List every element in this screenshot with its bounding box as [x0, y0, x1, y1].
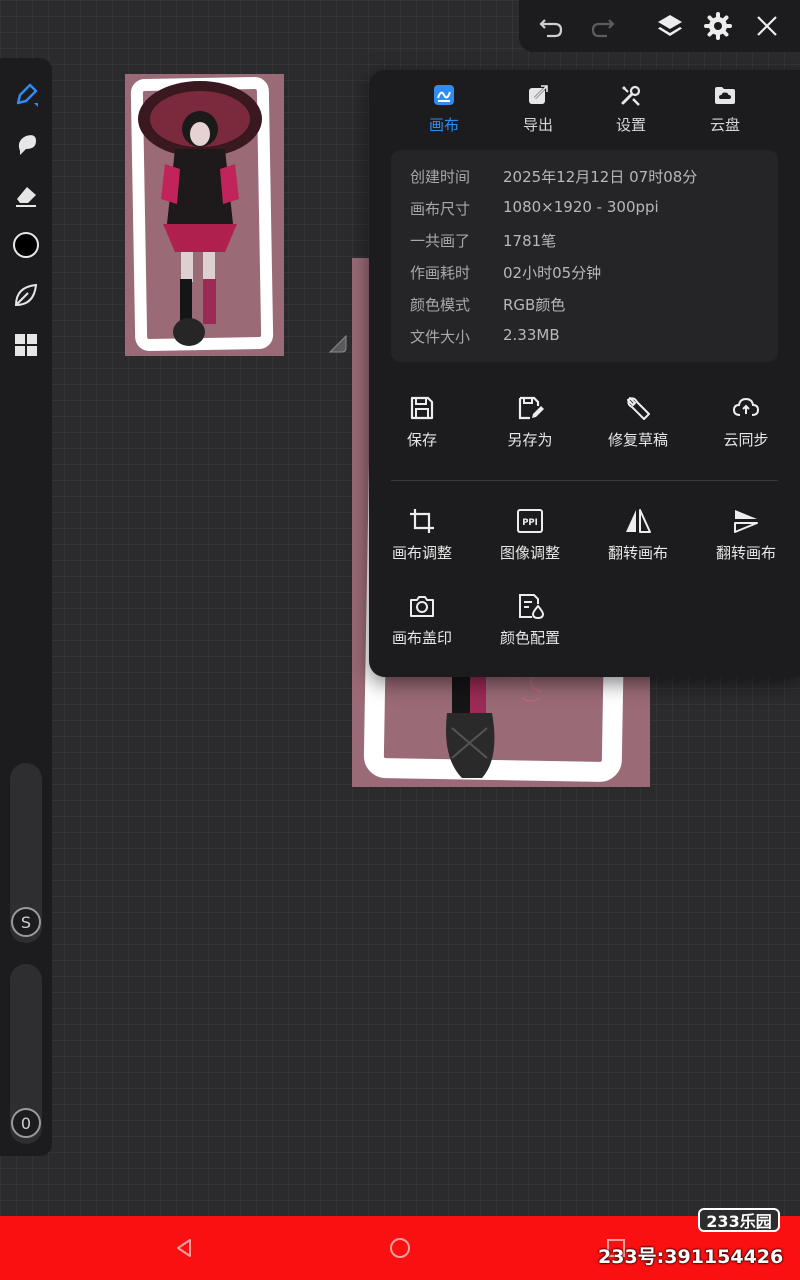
repair-draft-label: 修复草稿	[607, 431, 668, 449]
tool-rail: S 0	[0, 58, 52, 1156]
ppi-badge: PPI	[522, 518, 538, 528]
flip-canvas-vertical-label: 翻转画布	[715, 544, 776, 562]
watermark-logo: 233乐园	[698, 1208, 780, 1232]
info-value: 1781笔	[503, 232, 557, 250]
tab-canvas-label: 画布	[428, 116, 459, 134]
undo-icon[interactable]	[536, 11, 566, 41]
info-key: 一共画了	[410, 232, 471, 250]
tab-settings-label: 设置	[615, 116, 646, 134]
ppi-icon: PPI	[515, 506, 545, 536]
crop-icon	[407, 506, 437, 536]
color-swatch[interactable]	[11, 230, 41, 260]
grid-icon[interactable]	[11, 330, 41, 360]
tab-export[interactable]: 导出	[498, 82, 578, 142]
flip-horizontal-icon	[623, 506, 653, 536]
info-value: RGB颜色	[503, 296, 566, 314]
tab-cloud-drive[interactable]: 云盘	[685, 82, 765, 142]
redo-icon[interactable]	[588, 11, 618, 41]
opacity-slider-label: 0	[11, 1108, 41, 1138]
save-button[interactable]: 保存	[368, 393, 476, 465]
save-label: 保存	[406, 431, 437, 449]
image-adjust-label: 图像调整	[499, 544, 560, 562]
camera-icon	[407, 591, 437, 621]
top-toolbar	[519, 0, 800, 52]
info-value: 1080×1920 - 300ppi	[503, 198, 659, 216]
tab-settings[interactable]: 设置	[591, 82, 671, 142]
info-key: 作画耗时	[410, 264, 471, 282]
eraser-icon[interactable]	[11, 180, 41, 210]
color-profile-icon	[515, 591, 545, 621]
save-as-label: 另存为	[507, 431, 553, 449]
tab-cloud-drive-label: 云盘	[709, 116, 740, 134]
actions-divider	[391, 480, 778, 481]
cloud-sync-icon	[731, 393, 761, 423]
flip-canvas-horizontal-button[interactable]: 翻转画布	[584, 506, 692, 578]
canvas-icon	[431, 82, 457, 108]
close-icon[interactable]	[752, 11, 782, 41]
watermark-id: 233号:391154426	[598, 1246, 784, 1268]
save-as-button[interactable]: 另存为	[476, 393, 584, 465]
transform-handle-icon[interactable]	[326, 332, 350, 356]
info-value: 2025年12月12日 07时08分	[503, 168, 698, 186]
info-value: 02小时05分钟	[503, 264, 602, 282]
leaf-icon[interactable]	[11, 280, 41, 310]
flip-canvas-vertical-button[interactable]: 翻转画布	[692, 506, 800, 578]
flip-canvas-horizontal-label: 翻转画布	[607, 544, 668, 562]
image-adjust-button[interactable]: PPI 图像调整	[476, 506, 584, 578]
export-icon	[525, 82, 551, 108]
canvas-adjust-label: 画布调整	[391, 544, 452, 562]
character-illustration	[138, 81, 262, 346]
back-icon[interactable]	[172, 1236, 196, 1260]
info-value: 2.33MB	[503, 326, 560, 344]
repair-draft-button[interactable]: 修复草稿	[584, 393, 692, 465]
canvas-stamp-label: 画布盖印	[391, 629, 452, 647]
popup-tabs: 画布 导出 设置 云盘	[369, 82, 800, 142]
size-slider-label: S	[11, 907, 41, 937]
gear-icon[interactable]	[703, 11, 733, 41]
home-icon[interactable]	[388, 1236, 412, 1260]
color-profile-label: 颜色配置	[499, 629, 560, 647]
artwork-thumbnail[interactable]	[125, 74, 284, 356]
info-key: 文件大小	[410, 328, 471, 346]
color-profile-button[interactable]: 颜色配置	[476, 591, 584, 663]
canvas-stamp-button[interactable]: 画布盖印	[368, 591, 476, 663]
info-key: 颜色模式	[410, 296, 471, 314]
cloud-drive-icon	[712, 82, 738, 108]
info-key: 创建时间	[410, 168, 471, 186]
cloud-sync-button[interactable]: 云同步	[692, 393, 800, 465]
wrench-icon	[623, 393, 653, 423]
canvas-info-popup: 画布 导出 设置 云盘 创建时间 2025年12月12日 07时08分 画布尺寸…	[369, 70, 800, 677]
cloud-sync-label: 云同步	[723, 431, 769, 449]
save-icon	[407, 393, 437, 423]
tab-canvas[interactable]: 画布	[404, 82, 484, 142]
info-key: 画布尺寸	[410, 200, 471, 218]
save-as-icon	[515, 393, 545, 423]
layers-icon[interactable]	[655, 11, 685, 41]
settings-icon	[618, 82, 644, 108]
flip-vertical-icon	[731, 506, 761, 536]
smudge-icon[interactable]	[11, 130, 41, 160]
canvas-info-card: 创建时间 2025年12月12日 07时08分 画布尺寸 1080×1920 -…	[391, 150, 778, 362]
pen-tool-icon[interactable]	[11, 80, 41, 110]
tab-export-label: 导出	[522, 116, 553, 134]
canvas-adjust-button[interactable]: 画布调整	[368, 506, 476, 578]
